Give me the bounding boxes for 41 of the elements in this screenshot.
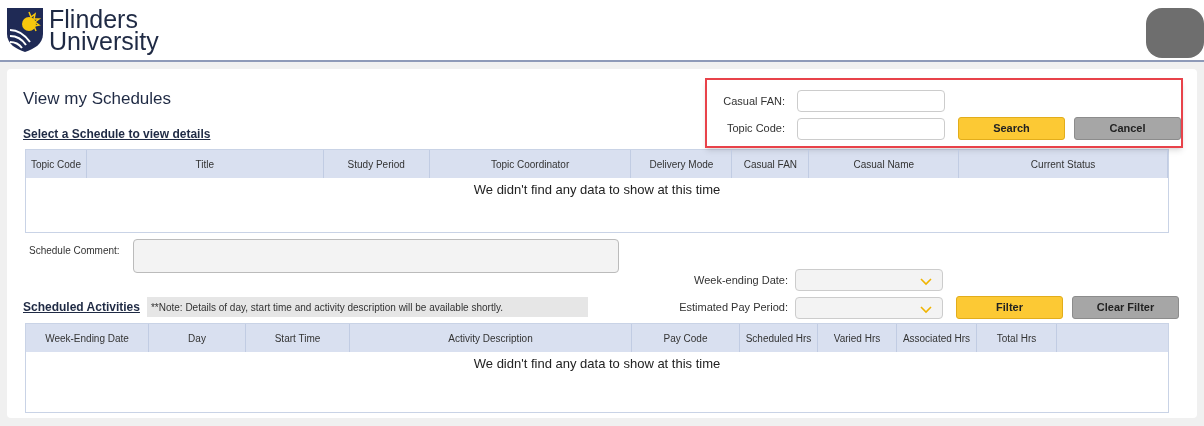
column-header: Topic Code xyxy=(26,150,87,178)
field-label: Schedule Comment: xyxy=(29,244,121,258)
column-header: Scheduled Hrs xyxy=(740,324,818,352)
schedule-link[interactable]: Select a Schedule to view details xyxy=(23,124,211,143)
column-header: Associated Hrs xyxy=(897,324,977,352)
column-header: Current Status xyxy=(959,150,1168,178)
note-banner: **Note: Details of day, start time and activity description will be available shortly. xyxy=(146,297,588,317)
field-label: Topic Code: xyxy=(725,121,785,137)
field-label: Estimated Pay Period: xyxy=(678,300,788,316)
column-header: Activity Description xyxy=(350,324,632,352)
empty-message: We didn't find any data to show at this time xyxy=(473,181,721,199)
text-field[interactable] xyxy=(797,117,945,140)
column-header: Varied Hrs xyxy=(818,324,897,352)
column-header: Start Time xyxy=(246,324,350,352)
dropdown[interactable] xyxy=(795,269,943,291)
column-header: Study Period xyxy=(323,150,430,178)
column-header: Pay Code xyxy=(632,324,740,352)
column-header: Casual FAN xyxy=(732,150,810,178)
column-header: Week-Ending Date xyxy=(26,324,149,352)
field-label: Week-ending Date: xyxy=(693,272,788,288)
text-field[interactable] xyxy=(797,90,945,112)
filter-button[interactable]: Filter xyxy=(956,296,1063,319)
column-header: Total Hrs xyxy=(977,324,1057,352)
activities-link[interactable]: Scheduled Activities xyxy=(23,298,140,316)
cancel-button[interactable]: Cancel xyxy=(1074,117,1181,140)
search-button[interactable]: Search xyxy=(958,117,1065,140)
chevron-down-icon xyxy=(920,305,932,314)
column-header: Delivery Mode xyxy=(631,150,733,178)
empty-message: We didn't find any data to show at this time xyxy=(473,355,721,373)
dropdown[interactable] xyxy=(795,296,943,319)
clear-filter-button[interactable]: Clear Filter xyxy=(1072,296,1179,319)
column-header: Day xyxy=(149,324,246,352)
column-header: Topic Coordinator xyxy=(429,150,632,178)
shield-logo-icon xyxy=(7,8,43,52)
chevron-down-icon xyxy=(920,278,932,286)
column-header: Title xyxy=(86,150,324,178)
page-title: View my Schedules xyxy=(23,88,173,110)
column-header: Casual Name xyxy=(809,150,960,178)
comment-field[interactable] xyxy=(133,239,619,273)
brand-name: Flinders xyxy=(49,8,138,30)
field-label: Casual FAN: xyxy=(722,93,785,109)
